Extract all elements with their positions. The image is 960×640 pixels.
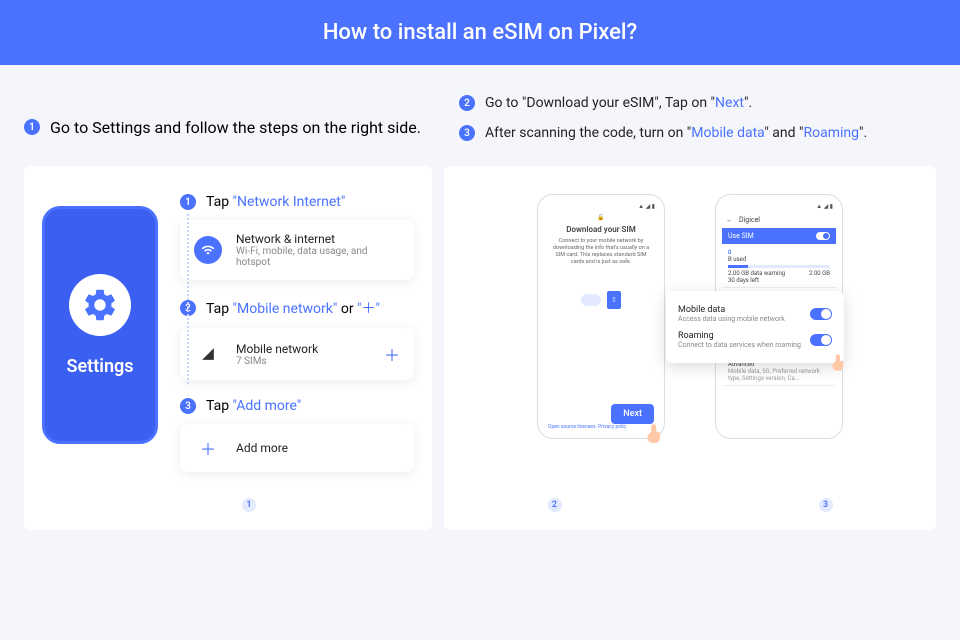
download-desc: Connect to your mobile network by downlo…	[544, 238, 658, 267]
plus-icon[interactable]: ＋	[384, 342, 400, 366]
card-add-more[interactable]: ＋ Add more	[180, 424, 414, 472]
footer-badge-1: 1	[242, 498, 256, 512]
carrier-hdr: ←Digicel	[722, 214, 836, 226]
step-2-label: 2 Tap "Mobile network" or "＋"	[180, 298, 414, 318]
overlay-card: Mobile data Access data using mobile net…	[666, 291, 844, 363]
panel-right: ▲ ◢ ▮ 🔒 Download your SIM Connect to you…	[444, 166, 936, 530]
signal-icon	[194, 340, 222, 368]
mobile-data-row[interactable]: Mobile data Access data using mobile net…	[678, 301, 832, 327]
intro-item-3: 3 After scanning the code, turn on "Mobi…	[459, 125, 936, 141]
intro-item-2: 2 Go to "Download your eSIM", Tap on "Ne…	[459, 95, 936, 111]
header: How to install an eSIM on Pixel?	[0, 0, 960, 65]
phone-mock-download: ▲ ◢ ▮ 🔒 Download your SIM Connect to you…	[537, 194, 665, 439]
illus: ▯	[544, 291, 658, 309]
step-3: 3 Tap "Add more" ＋ Add more	[180, 398, 414, 472]
phone-frame-settings: Settings	[42, 206, 158, 444]
step-badge-1: 1	[24, 119, 40, 135]
intro-text-1: Go to Settings and follow the steps on t…	[50, 118, 421, 137]
intro-right: 2 Go to "Download your eSIM", Tap on "Ne…	[459, 95, 936, 141]
download-title: Download your SIM	[544, 225, 658, 234]
intro-text-2: Go to "Download your eSIM", Tap on "Next…	[485, 95, 752, 111]
card-text: Add more	[236, 441, 400, 455]
page-title: How to install an eSIM on Pixel?	[323, 20, 637, 45]
gear-circle	[69, 274, 131, 336]
roaming-row[interactable]: Roaming Connect to data services when ro…	[678, 327, 832, 353]
wifi-icon	[194, 236, 222, 264]
gear-icon	[81, 286, 119, 324]
finger-pointer-icon	[826, 349, 852, 375]
panels: Settings 1 Tap "Network Internet" Networ…	[24, 166, 936, 530]
use-sim-bar[interactable]: Use SIM	[722, 228, 836, 244]
progress-bar	[728, 265, 830, 268]
toggle-icon[interactable]	[816, 232, 830, 240]
step-badge-2: 2	[459, 95, 475, 111]
step-3-label: 3 Tap "Add more"	[180, 398, 414, 414]
step-1: 1 Tap "Network Internet" Network & inter…	[180, 194, 414, 280]
card-text: Network & internet Wi-Fi, mobile, data u…	[236, 232, 400, 268]
cloud-icon	[581, 294, 601, 306]
steps-col: 1 Tap "Network Internet" Network & inter…	[180, 194, 414, 490]
card-mobile-network[interactable]: Mobile network 7 SIMs ＋	[180, 328, 414, 380]
step-1-label: 1 Tap "Network Internet"	[180, 194, 414, 210]
finger-pointer-icon	[640, 418, 670, 448]
panel-left: Settings 1 Tap "Network Internet" Networ…	[24, 166, 432, 530]
intro-left: 1 Go to Settings and follow the steps on…	[24, 95, 429, 141]
step-2: 2 Tap "Mobile network" or "＋" Mobile net…	[180, 298, 414, 380]
footer-badges-right: 2 3	[444, 498, 936, 512]
intro-text-3: After scanning the code, turn on "Mobile…	[485, 125, 867, 141]
toggle-roaming[interactable]	[810, 334, 832, 346]
status-icons: ▲ ◢ ▮	[722, 203, 836, 214]
content: 1 Go to Settings and follow the steps on…	[0, 65, 960, 530]
step-badge-3: 3	[459, 125, 475, 141]
dotted-line	[187, 214, 189, 384]
phone-label: Settings	[67, 356, 134, 377]
lock-icon: 🔒	[544, 214, 658, 221]
intro-row: 1 Go to Settings and follow the steps on…	[24, 95, 936, 141]
card-text: Mobile network 7 SIMs	[236, 342, 370, 367]
sim-icon: ▯	[607, 291, 621, 309]
card-network-internet[interactable]: Network & internet Wi-Fi, mobile, data u…	[180, 220, 414, 280]
usage-section: 0 B used 2.00 GB data warning2.00 GB 30 …	[722, 246, 836, 288]
toggle-mobile-data[interactable]	[810, 308, 832, 320]
status-icons: ▲ ◢ ▮	[544, 203, 658, 214]
plus-icon: ＋	[194, 436, 222, 460]
